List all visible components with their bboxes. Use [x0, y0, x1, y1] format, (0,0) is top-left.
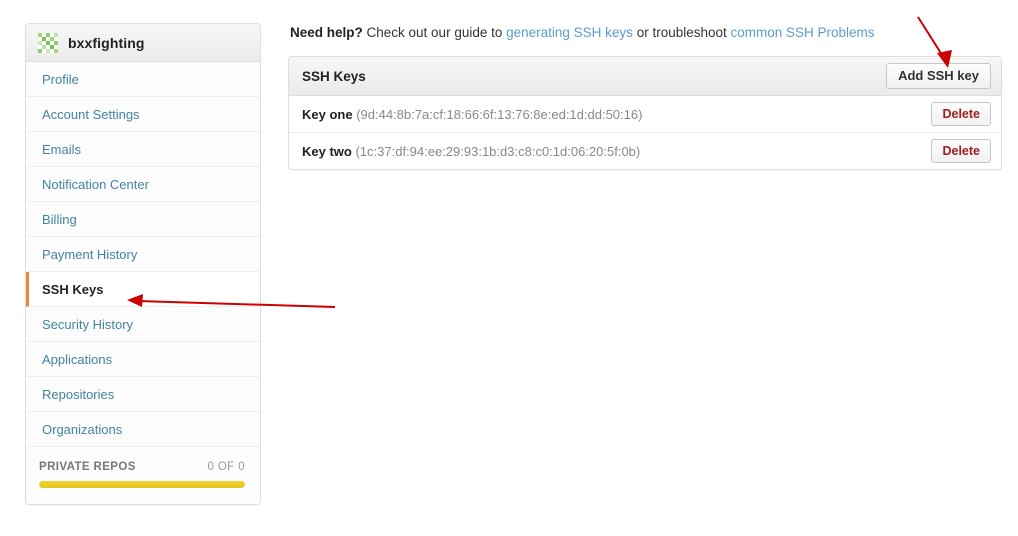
ssh-key-label: Key one (9d:44:8b:7a:cf:18:66:6f:13:76:8…	[302, 107, 642, 122]
table-row: Key two (1c:37:df:94:ee:29:93:1b:d3:c8:c…	[289, 133, 1001, 169]
sidebar-item-profile[interactable]: Profile	[26, 62, 260, 97]
help-strong: Need help?	[290, 25, 363, 40]
sidebar-item-repositories[interactable]: Repositories	[26, 377, 260, 412]
sidebar-item-ssh-keys[interactable]: SSH Keys	[26, 272, 260, 307]
sidebar-item-security-history[interactable]: Security History	[26, 307, 260, 342]
help-text-1: Check out our guide to	[362, 25, 507, 40]
identicon-avatar-icon	[38, 32, 58, 53]
account-sidebar: bxxfighting Profile Account Settings Ema…	[25, 23, 261, 505]
private-repos-header: PRIVATE REPOS 0 OF 0	[39, 461, 245, 473]
sidebar-item-notification-center[interactable]: Notification Center	[26, 167, 260, 202]
private-repos-progress-bar	[39, 481, 245, 488]
table-row: Key one (9d:44:8b:7a:cf:18:66:6f:13:76:8…	[289, 96, 1001, 133]
private-repos-progress-fill	[39, 481, 245, 488]
help-text-2: or troubleshoot	[632, 25, 731, 40]
private-repos-label: PRIVATE REPOS	[39, 461, 136, 473]
link-generating-ssh-keys[interactable]: generating SSH keys	[506, 25, 633, 40]
link-common-ssh-problems[interactable]: common SSH Problems	[731, 25, 875, 40]
sidebar-item-organizations[interactable]: Organizations	[26, 412, 260, 447]
sidebar-item-applications[interactable]: Applications	[26, 342, 260, 377]
private-repos-section: PRIVATE REPOS 0 OF 0	[26, 447, 260, 504]
ssh-key-fingerprint: (1c:37:df:94:ee:29:93:1b:d3:c8:c0:1d:06:…	[355, 143, 641, 159]
sidebar-item-account-settings[interactable]: Account Settings	[26, 97, 260, 132]
main-content: Need help? Check out our guide to genera…	[288, 23, 1002, 170]
sidebar-header: bxxfighting	[26, 24, 260, 62]
sidebar-item-emails[interactable]: Emails	[26, 132, 260, 167]
ssh-keys-panel-header: SSH Keys Add SSH key	[289, 57, 1001, 96]
delete-ssh-key-button[interactable]: Delete	[931, 139, 991, 163]
ssh-keys-panel: SSH Keys Add SSH key Key one (9d:44:8b:7…	[288, 56, 1002, 170]
sidebar-username: bxxfighting	[68, 34, 145, 51]
private-repos-count: 0 OF 0	[207, 461, 245, 473]
ssh-key-name: Key one	[302, 106, 353, 122]
ssh-key-fingerprint: (9d:44:8b:7a:cf:18:66:6f:13:76:8e:ed:1d:…	[356, 106, 643, 122]
help-line: Need help? Check out our guide to genera…	[290, 23, 1002, 43]
sidebar-item-billing[interactable]: Billing	[26, 202, 260, 237]
ssh-key-name: Key two	[302, 143, 352, 159]
ssh-key-label: Key two (1c:37:df:94:ee:29:93:1b:d3:c8:c…	[302, 144, 640, 159]
sidebar-item-payment-history[interactable]: Payment History	[26, 237, 260, 272]
ssh-keys-panel-title: SSH Keys	[302, 68, 366, 84]
add-ssh-key-button[interactable]: Add SSH key	[886, 63, 991, 89]
delete-ssh-key-button[interactable]: Delete	[931, 102, 991, 126]
